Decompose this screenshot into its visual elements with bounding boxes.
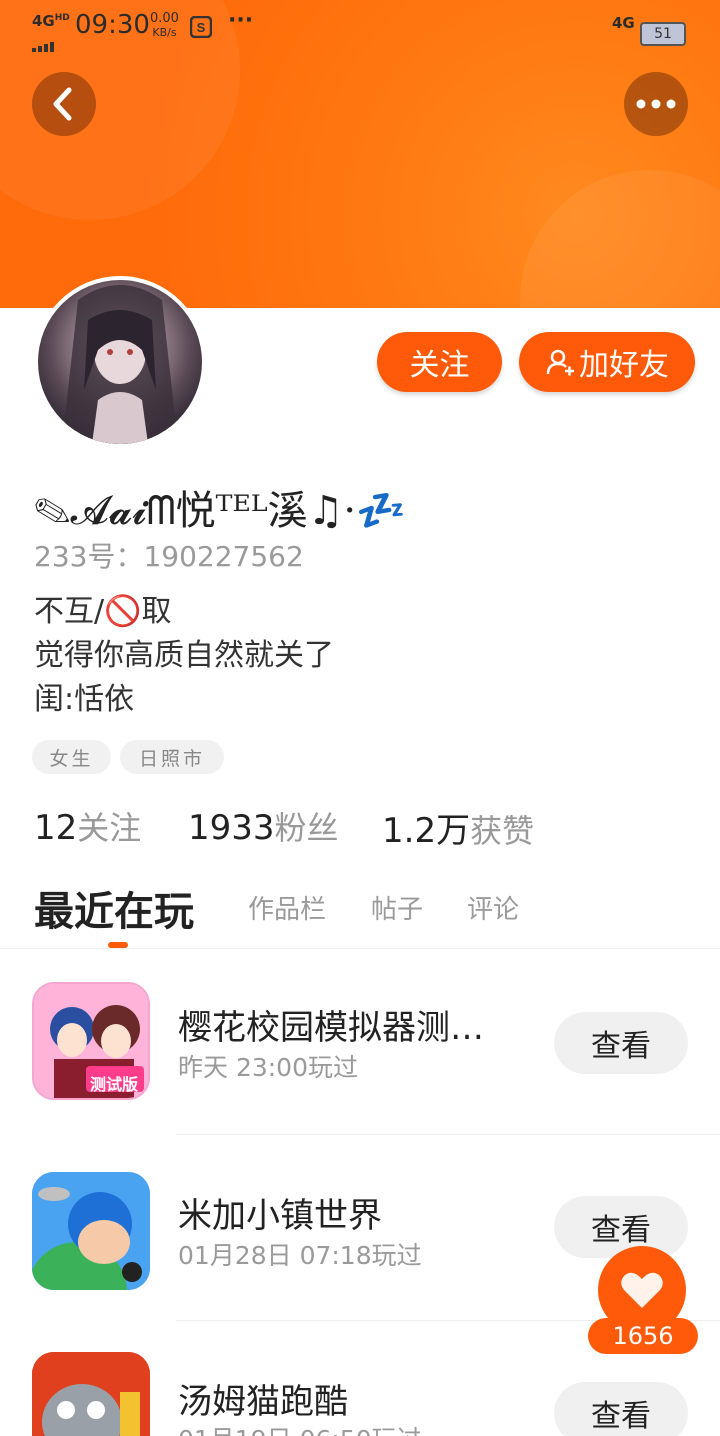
last-played: 01月19日 06:50玩过: [178, 1420, 422, 1436]
chevron-left-icon: [53, 87, 72, 121]
beta-badge: 测试版: [90, 1075, 139, 1094]
miga-town-icon: [32, 1172, 150, 1290]
list-item[interactable]: 汤姆猫跑酷 01月19日 06:50玩过 查看: [0, 1342, 720, 1436]
more-notifications-icon: ···: [228, 8, 254, 33]
tab-comments[interactable]: 评论: [467, 889, 519, 926]
view-button[interactable]: 查看: [554, 1196, 688, 1258]
avatar-image: [38, 280, 202, 444]
network-indicator: 4GHD: [32, 12, 70, 30]
status-bar: 4GHD 09:30 0.00 KB/s S ··· 4G 51: [0, 0, 720, 56]
profile-tabs: 最近在玩 作品栏 帖子 评论: [0, 875, 720, 947]
game-title: 汤姆猫跑酷: [178, 1382, 348, 1422]
follow-button[interactable]: 关注: [377, 332, 502, 392]
bio: 不互/🚫取 觉得你高质自然就关了 闺:恬依: [34, 590, 334, 722]
more-options-button[interactable]: [624, 72, 688, 136]
follow-button-label: 关注: [409, 348, 470, 383]
tab-posts[interactable]: 帖子: [371, 889, 423, 926]
signal-icon: [32, 30, 64, 58]
following-count: 12: [34, 808, 78, 848]
more-horizontal-icon: [636, 99, 676, 109]
talking-tom-icon: [32, 1352, 150, 1436]
likes-stat[interactable]: 1.2万获赞: [382, 803, 534, 852]
sakura-school-icon: 测试版: [32, 982, 150, 1100]
bio-line: 不互/🚫取: [34, 594, 172, 629]
view-button[interactable]: 查看: [554, 1012, 688, 1074]
followers-stat[interactable]: 1933粉丝: [188, 803, 339, 849]
notification-app-icon: S: [189, 15, 213, 44]
user-id[interactable]: 233号：190227562: [34, 535, 304, 575]
add-user-icon: [546, 349, 574, 376]
location-tag: 日照市: [120, 740, 224, 774]
username: ✎𝓐𝓪𝓲ᗰ悦ᵀᴱᴸ溪♫·💤: [34, 488, 406, 534]
gender-tag: 女生: [32, 740, 111, 774]
tab-recently-played[interactable]: 最近在玩: [34, 879, 194, 937]
list-item[interactable]: 测试版 樱花校园模拟器测… 昨天 23:00玩过 查看: [0, 970, 720, 1156]
likes-label: 获赞: [470, 812, 535, 850]
heart-icon: [621, 1272, 663, 1308]
last-played: 01月28日 07:18玩过: [178, 1241, 422, 1270]
followers-label: 粉丝: [274, 809, 339, 847]
battery-icon: 51: [640, 16, 686, 46]
followers-count: 1933: [188, 808, 275, 848]
last-played: 昨天 23:00玩过: [178, 1053, 358, 1082]
svg-text:S: S: [197, 20, 206, 35]
bio-line: 觉得你高质自然就关了: [34, 638, 334, 673]
row-divider: [176, 1134, 720, 1135]
network-indicator-right: 4G: [612, 14, 635, 32]
likes-count: 1.2万: [382, 811, 471, 851]
clock: 09:30: [75, 10, 150, 40]
like-count: 1656: [588, 1318, 698, 1354]
tabs-divider: [0, 948, 720, 949]
add-friend-button[interactable]: 加好友: [519, 332, 695, 392]
network-speed: 0.00 KB/s: [150, 11, 179, 40]
tab-works[interactable]: 作品栏: [248, 889, 326, 926]
following-label: 关注: [77, 809, 142, 847]
bio-line: 闺:恬依: [34, 682, 135, 717]
back-button[interactable]: [32, 72, 96, 136]
add-friend-label: 加好友: [579, 348, 669, 383]
game-title: 樱花校园模拟器测…: [178, 1008, 484, 1048]
avatar[interactable]: [34, 276, 206, 448]
game-title: 米加小镇世界: [178, 1196, 382, 1236]
view-button[interactable]: 查看: [554, 1382, 688, 1436]
following-stat[interactable]: 12关注: [34, 803, 141, 849]
